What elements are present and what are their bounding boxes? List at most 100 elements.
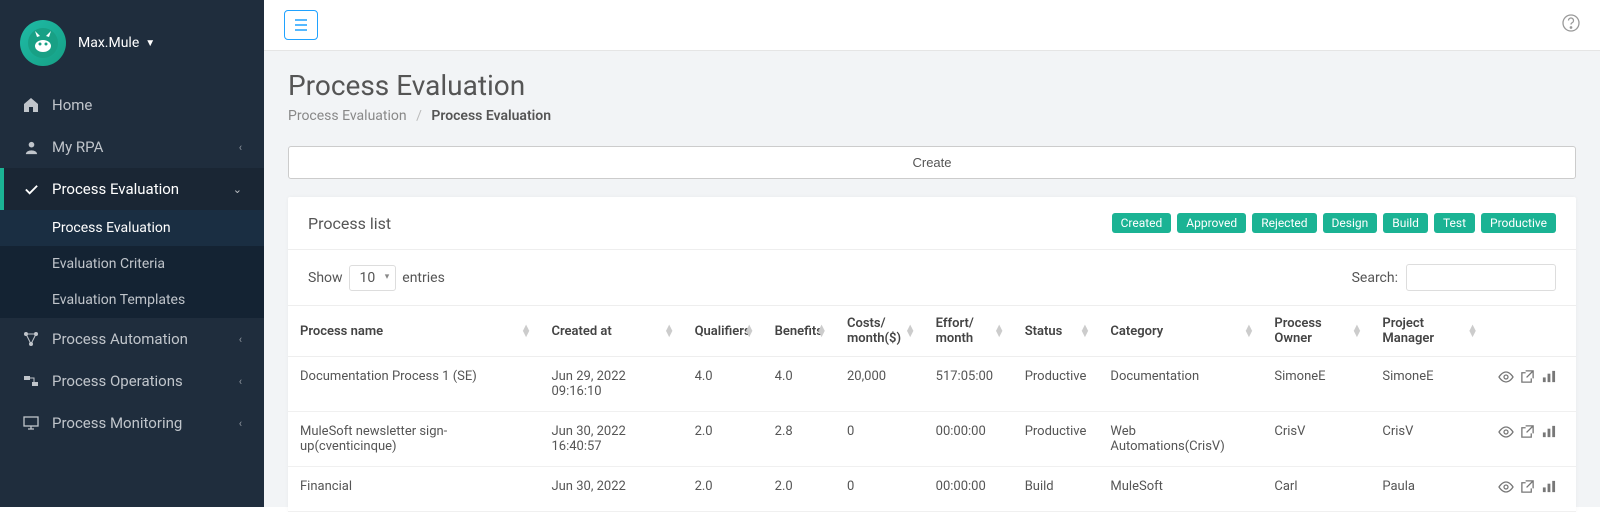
sidebar-item-myrpa[interactable]: My RPA ‹: [0, 126, 264, 168]
th-process-name[interactable]: Process name▲▼: [288, 306, 539, 357]
badge-test[interactable]: Test: [1434, 213, 1475, 233]
help-button[interactable]: [1562, 14, 1580, 36]
show-label: Show: [308, 270, 343, 286]
open-icon[interactable]: [1520, 479, 1535, 499]
sidebar-subitem-label: Evaluation Templates: [52, 292, 185, 308]
cell-status: Build: [1013, 467, 1099, 512]
cell-costs: 20,000: [835, 357, 924, 412]
caret-down-icon: ▼: [145, 38, 155, 49]
chevron-down-icon: ⌄: [233, 183, 242, 196]
badge-created[interactable]: Created: [1112, 213, 1172, 233]
breadcrumb-root[interactable]: Process Evaluation: [288, 108, 407, 124]
th-qualifiers[interactable]: Qualifiers▲▼: [683, 306, 763, 357]
chevron-left-icon: ‹: [239, 417, 242, 430]
sidebar-item-process-evaluation[interactable]: Process Evaluation ⌄: [0, 168, 264, 210]
sidebar-item-home[interactable]: Home: [0, 84, 264, 126]
sidebar-subitem-evaluation-criteria[interactable]: Evaluation Criteria: [0, 246, 264, 282]
sidebar-item-process-automation[interactable]: Process Automation ‹: [0, 318, 264, 360]
badge-rejected[interactable]: Rejected: [1252, 213, 1316, 233]
status-filter-badges: Created Approved Rejected Design Build T…: [1112, 213, 1556, 233]
sidebar-item-label: My RPA: [52, 138, 103, 156]
process-list-panel: Process list Created Approved Rejected D…: [288, 197, 1576, 512]
cell-owner: CrisV: [1262, 412, 1370, 467]
entries-label: entries: [402, 270, 445, 286]
sidebar-item-process-operations[interactable]: Process Operations ‹: [0, 360, 264, 402]
open-icon[interactable]: [1520, 424, 1535, 444]
table-row: Financial Jun 30, 2022 2.0 2.0 0 00:00:0…: [288, 467, 1576, 512]
cell-status: Productive: [1013, 357, 1099, 412]
badge-build[interactable]: Build: [1383, 213, 1428, 233]
th-pm[interactable]: Project Manager ▲▼: [1370, 306, 1486, 357]
cell-costs: 0: [835, 412, 924, 467]
chart-icon[interactable]: [1541, 424, 1556, 444]
th-costs[interactable]: Costs/ month($)▲▼: [835, 306, 924, 357]
search-label: Search:: [1352, 270, 1398, 286]
cell-qualifiers: 4.0: [683, 357, 763, 412]
create-button[interactable]: Create: [288, 146, 1576, 179]
sidebar-toggle-button[interactable]: [284, 10, 318, 40]
sort-icon: ▲▼: [816, 325, 827, 337]
user-menu[interactable]: Max.Mule ▼: [78, 35, 155, 51]
row-actions: [1498, 369, 1564, 389]
user-icon: [22, 140, 40, 155]
sort-icon: ▲▼: [1080, 325, 1091, 337]
check-icon: [22, 182, 40, 197]
open-icon[interactable]: [1520, 369, 1535, 389]
cell-qualifiers: 2.0: [683, 412, 763, 467]
view-icon[interactable]: [1498, 424, 1514, 444]
th-label: Category: [1110, 324, 1163, 339]
table-row: Documentation Process 1 (SE) Jun 29, 202…: [288, 357, 1576, 412]
cell-pm: Paula: [1370, 467, 1486, 512]
view-icon[interactable]: [1498, 369, 1514, 389]
cell-benefits: 4.0: [763, 357, 835, 412]
th-status[interactable]: Status▲▼: [1013, 306, 1099, 357]
cell-effort: 00:00:00: [924, 412, 1013, 467]
breadcrumb-current: Process Evaluation: [431, 108, 551, 124]
cell-category: Documentation: [1098, 357, 1262, 412]
breadcrumb: Process Evaluation / Process Evaluation: [288, 108, 1576, 124]
th-effort[interactable]: Effort/ month▲▼: [924, 306, 1013, 357]
breadcrumb-separator: /: [416, 108, 422, 124]
create-button-label: Create: [912, 155, 951, 170]
th-label: Qualifiers: [695, 324, 751, 339]
chart-icon[interactable]: [1541, 479, 1556, 499]
chevron-left-icon: ‹: [239, 141, 242, 154]
cell-created: Jun 29, 2022 09:16:10: [539, 357, 682, 412]
badge-design[interactable]: Design: [1323, 213, 1378, 233]
panel-title: Process list: [308, 214, 391, 233]
badge-productive[interactable]: Productive: [1481, 213, 1556, 233]
th-created-at[interactable]: Created at▲▼: [539, 306, 682, 357]
network-icon: [22, 331, 40, 347]
help-icon: [1562, 14, 1580, 32]
select-caret-icon: ▾: [385, 272, 390, 282]
panel-header: Process list Created Approved Rejected D…: [288, 197, 1576, 250]
cell-owner: Carl: [1262, 467, 1370, 512]
th-label: Project Manager: [1382, 316, 1434, 346]
cell-benefits: 2.0: [763, 467, 835, 512]
entries-value: 10: [360, 270, 376, 286]
cell-name: MuleSoft newsletter sign-up(cventicinque…: [288, 412, 539, 467]
sidebar-item-label: Process Evaluation: [52, 180, 179, 198]
sort-icon: ▲▼: [1351, 325, 1362, 337]
search-input[interactable]: [1406, 264, 1556, 291]
th-category[interactable]: Category▲▼: [1098, 306, 1262, 357]
cell-effort: 517:05:00: [924, 357, 1013, 412]
cell-owner: SimoneE: [1262, 357, 1370, 412]
cell-actions: [1486, 357, 1576, 412]
view-icon[interactable]: [1498, 479, 1514, 499]
hamburger-icon: [294, 19, 308, 31]
sort-icon: ▲▼: [1467, 325, 1478, 337]
sidebar-subitem-process-evaluation[interactable]: Process Evaluation: [0, 210, 264, 246]
th-benefits[interactable]: Benefits▲▼: [763, 306, 835, 357]
entries-per-page-select[interactable]: 10 ▾: [349, 265, 397, 291]
chart-icon[interactable]: [1541, 369, 1556, 389]
sidebar: Max.Mule ▼ Home My RPA ‹: [0, 0, 264, 507]
th-label: Created at: [551, 324, 611, 339]
badge-approved[interactable]: Approved: [1177, 213, 1246, 233]
th-owner[interactable]: Process Owner▲▼: [1262, 306, 1370, 357]
sidebar-header: Max.Mule ▼: [0, 0, 264, 84]
sidebar-subitem-evaluation-templates[interactable]: Evaluation Templates: [0, 282, 264, 318]
cell-costs: 0: [835, 467, 924, 512]
table-controls: Show 10 ▾ entries Search:: [288, 250, 1576, 305]
sidebar-item-process-monitoring[interactable]: Process Monitoring ‹: [0, 402, 264, 444]
